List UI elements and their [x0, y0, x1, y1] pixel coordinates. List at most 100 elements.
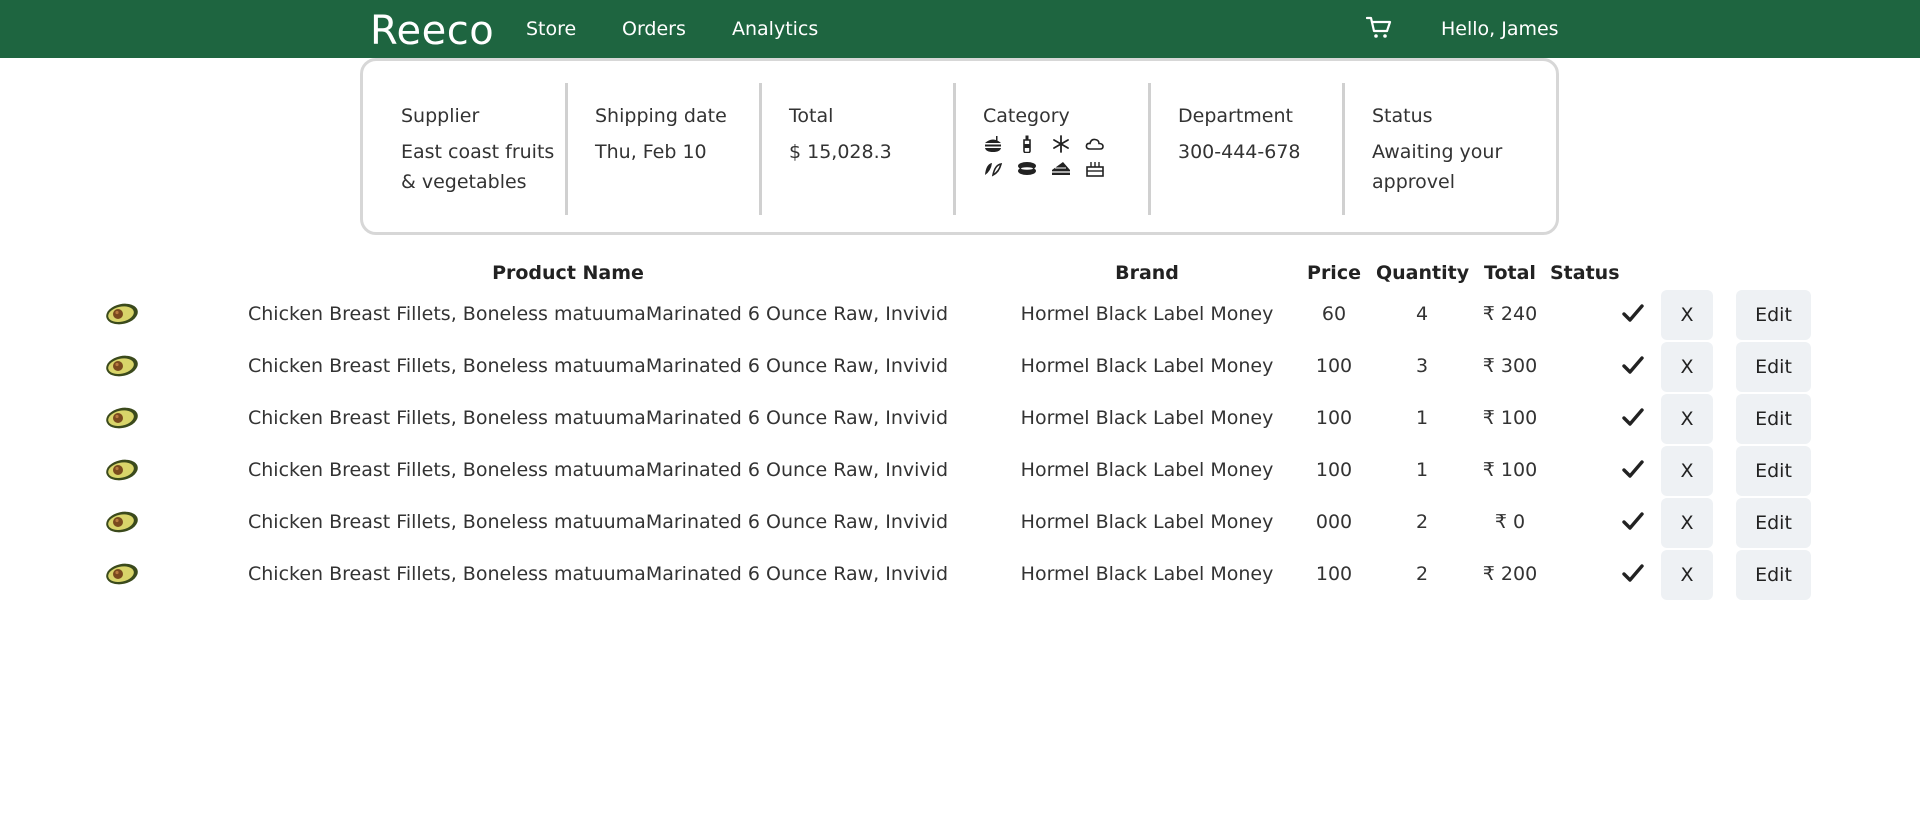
reject-button[interactable]: X — [1661, 446, 1713, 496]
edit-button[interactable]: Edit — [1736, 498, 1811, 548]
total-cell: ₹ 100 — [1482, 459, 1538, 481]
reject-button[interactable]: X — [1661, 394, 1713, 444]
cake-slice-icon — [1052, 162, 1070, 175]
table-row: Chicken Breast Fillets, Boneless matuuma… — [0, 497, 1920, 549]
divider — [953, 83, 956, 215]
quantity-cell: 2 — [1415, 511, 1429, 533]
edit-button[interactable]: Edit — [1736, 446, 1811, 496]
quantity-cell: 2 — [1415, 563, 1429, 585]
avocado-icon — [106, 563, 138, 585]
column-header-status: Status — [1550, 262, 1620, 284]
quantity-cell: 4 — [1415, 303, 1429, 325]
supplier-value-line2: & vegetables — [401, 171, 527, 193]
shipping-label: Shipping date — [595, 105, 727, 127]
total-cell: ₹ 240 — [1482, 303, 1538, 325]
total-cell: ₹ 200 — [1482, 563, 1538, 585]
shipping-section: Shipping date Thu, Feb 10 — [595, 81, 755, 217]
department-section: Department 300-444-678 — [1178, 81, 1338, 217]
quantity-cell: 1 — [1415, 407, 1429, 429]
avocado-icon — [106, 355, 138, 377]
cloud-icon — [1085, 138, 1104, 150]
price-cell: 100 — [1315, 459, 1353, 481]
supplier-label: Supplier — [401, 105, 480, 127]
price-cell: 100 — [1315, 355, 1353, 377]
user-greeting[interactable]: Hello, James — [1441, 18, 1559, 40]
total-section: Total $ 15,028.3 — [789, 81, 949, 217]
category-label: Category — [983, 105, 1070, 127]
reject-button[interactable]: X — [1661, 550, 1713, 600]
supplier-section: Supplier East coast fruits & vegetables — [401, 81, 561, 217]
brand-cell: Hormel Black Label Money — [1020, 303, 1274, 325]
table-row: Chicken Breast Fillets, Boneless matuuma… — [0, 393, 1920, 445]
approve-check-icon[interactable] — [1622, 511, 1644, 531]
bottle-icon — [1023, 135, 1031, 153]
total-cell: ₹ 300 — [1482, 355, 1538, 377]
burger-fries-icon — [985, 136, 1001, 152]
quantity-cell: 3 — [1415, 355, 1429, 377]
reject-button[interactable]: X — [1661, 342, 1713, 392]
leaf-icon — [985, 163, 1003, 177]
product-name-cell: Chicken Breast Fillets, Boneless matuuma… — [248, 407, 949, 429]
product-name-cell: Chicken Breast Fillets, Boneless matuuma… — [248, 511, 949, 533]
supplier-value: East coast fruits & vegetables — [401, 137, 561, 197]
edit-button[interactable]: Edit — [1736, 550, 1811, 600]
table-row: Chicken Breast Fillets, Boneless matuuma… — [0, 341, 1920, 393]
table-row: Chicken Breast Fillets, Boneless matuuma… — [0, 445, 1920, 497]
edit-button[interactable]: Edit — [1736, 394, 1811, 444]
brand-logo[interactable]: Reeco — [370, 8, 494, 54]
brand-cell: Hormel Black Label Money — [1020, 407, 1274, 429]
edit-button[interactable]: Edit — [1736, 342, 1811, 392]
divider — [759, 83, 762, 215]
status-label: Status — [1372, 105, 1433, 127]
price-cell: 100 — [1315, 407, 1353, 429]
total-value: $ 15,028.3 — [789, 141, 892, 163]
price-cell: 000 — [1315, 511, 1353, 533]
price-cell: 60 — [1321, 303, 1347, 325]
avocado-icon — [106, 303, 138, 325]
reject-button[interactable]: X — [1661, 498, 1713, 548]
product-name-cell: Chicken Breast Fillets, Boneless matuuma… — [248, 303, 949, 325]
department-value: 300-444-678 — [1178, 141, 1301, 163]
product-name-cell: Chicken Breast Fillets, Boneless matuuma… — [248, 459, 949, 481]
total-label: Total — [789, 105, 834, 127]
reject-button[interactable]: X — [1661, 290, 1713, 340]
snowflake-icon — [1053, 135, 1069, 153]
column-header-total: Total — [1484, 262, 1536, 284]
status-section: Status Awaiting your approvel — [1372, 81, 1532, 217]
approve-check-icon[interactable] — [1622, 303, 1644, 323]
category-icons — [983, 135, 1143, 177]
divider — [1342, 83, 1345, 215]
department-label: Department — [1178, 105, 1293, 127]
table-row: Chicken Breast Fillets, Boneless matuuma… — [0, 549, 1920, 601]
shipping-value: Thu, Feb 10 — [595, 141, 707, 163]
order-summary-card: Supplier East coast fruits & vegetables … — [360, 58, 1559, 235]
price-cell: 100 — [1315, 563, 1353, 585]
column-header-brand: Brand — [1115, 262, 1179, 284]
nav-link-orders[interactable]: Orders — [622, 18, 686, 40]
nav-link-store[interactable]: Store — [526, 18, 576, 40]
supplier-value-line1: East coast fruits — [401, 141, 555, 163]
approve-check-icon[interactable] — [1622, 563, 1644, 583]
total-cell: ₹ 0 — [1494, 511, 1526, 533]
divider — [565, 83, 568, 215]
brand-cell: Hormel Black Label Money — [1020, 563, 1274, 585]
column-header-product: Product Name — [492, 262, 644, 284]
avocado-icon — [106, 407, 138, 429]
brand-cell: Hormel Black Label Money — [1020, 511, 1274, 533]
status-value-line1: Awaiting your — [1372, 141, 1503, 163]
cart-icon[interactable] — [1366, 16, 1392, 40]
brand-cell: Hormel Black Label Money — [1020, 459, 1274, 481]
approve-check-icon[interactable] — [1622, 407, 1644, 427]
approve-check-icon[interactable] — [1622, 355, 1644, 375]
top-navbar: Reeco Store Orders Analytics Hello, Jame… — [0, 0, 1920, 58]
avocado-icon — [106, 511, 138, 533]
approve-check-icon[interactable] — [1622, 459, 1644, 479]
status-value-line2: approvel — [1372, 171, 1455, 193]
edit-button[interactable]: Edit — [1736, 290, 1811, 340]
birthday-cake-icon — [1086, 162, 1104, 177]
nav-link-analytics[interactable]: Analytics — [732, 18, 818, 40]
total-cell: ₹ 100 — [1482, 407, 1538, 429]
avocado-icon — [106, 459, 138, 481]
divider — [1148, 83, 1151, 215]
product-name-cell: Chicken Breast Fillets, Boneless matuuma… — [248, 563, 949, 585]
